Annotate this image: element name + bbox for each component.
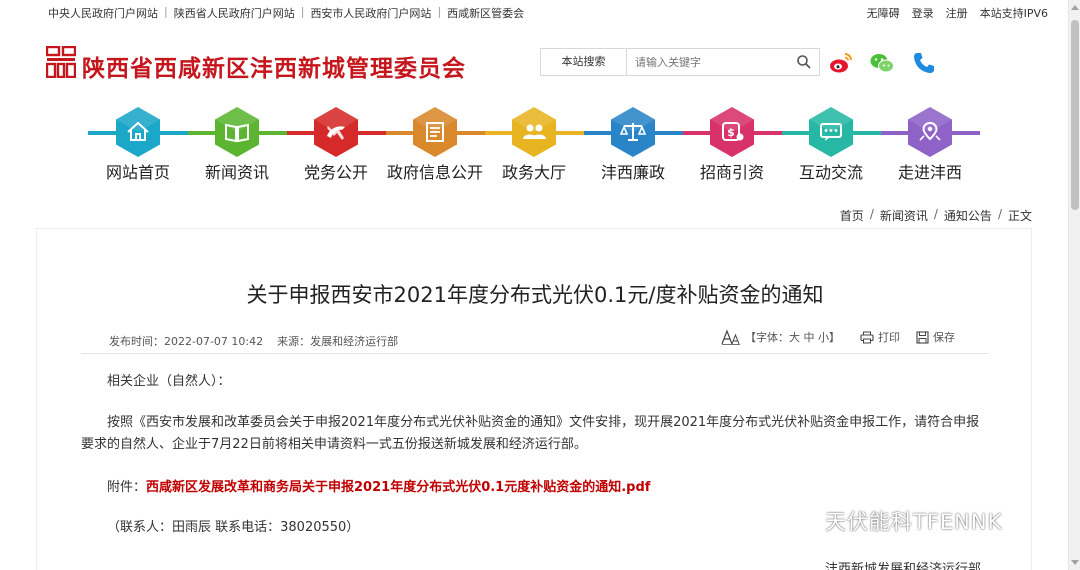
nav-item-1[interactable]: 网站首页 — [88, 104, 188, 182]
document-icon — [413, 107, 457, 157]
phone-icon[interactable] — [911, 50, 937, 76]
chat-icon — [809, 107, 853, 157]
party-emblem-icon — [314, 107, 358, 157]
accessibility-link[interactable]: 无障碍 — [867, 5, 900, 21]
save-button[interactable]: 保存 — [916, 329, 955, 345]
article-source: 来源：发展和经济运行部 — [277, 335, 399, 348]
top-link-xian-gov[interactable]: 西安市人民政府门户网站 — [310, 5, 431, 21]
save-icon — [916, 330, 929, 344]
publish-time: 发布时间：2022-07-07 10:42 — [109, 335, 264, 348]
location-icon — [908, 107, 952, 157]
nav-item-6[interactable]: 沣西廉政 — [583, 104, 683, 182]
main-navigation: 网站首页 新闻资讯 党务公开 政府信息公开 政务大厅 沣西廉政 $ 招商引资 互动交流 走进沣西 — [88, 104, 980, 182]
signature-paragraph: 沣西新城发展和经济运行部 — [825, 562, 982, 570]
font-size-icon — [721, 329, 740, 345]
top-link-central-gov[interactable]: 中央人民政府门户网站 — [48, 5, 158, 21]
breadcrumb: 首页 / 新闻资讯 / 通知公告 / 正文 — [840, 207, 1032, 224]
login-link[interactable]: 登录 — [912, 5, 934, 21]
attachment-label: 附件： — [107, 480, 147, 495]
scroll-up-arrow-icon[interactable] — [1071, 5, 1079, 10]
nav-item-7[interactable]: $ 招商引资 — [682, 104, 782, 182]
ipv6-link[interactable]: 本站支持IPV6 — [980, 5, 1048, 21]
greeting-paragraph: 相关企业（自然人）： — [107, 374, 231, 389]
watermark: 天伏能科TFENNK — [783, 506, 1002, 536]
nav-label: 招商引资 — [699, 163, 764, 182]
watermark-text: 天伏能科TFENNK — [825, 510, 1003, 534]
separator: / — [997, 207, 1002, 221]
print-button[interactable]: 打印 — [860, 329, 900, 345]
wechat-watermark-icon — [784, 509, 817, 533]
body-paragraph: 按照《西安市发展和改革委员会关于申报2021年度分布式光伏补贴资金的通知》文件安… — [81, 415, 980, 452]
search-box: 本站搜索 — [540, 48, 820, 76]
nav-label: 走进沣西 — [897, 163, 962, 182]
search-button[interactable] — [789, 49, 819, 75]
scroll-thumb[interactable] — [1071, 20, 1079, 210]
separator: / — [933, 207, 938, 221]
user-links: 无障碍 登录 注册 本站支持IPV6 — [867, 5, 1048, 21]
nav-label: 互动交流 — [798, 163, 863, 182]
divider — [81, 353, 989, 354]
search-icon — [797, 55, 811, 69]
nav-label: 沣西廉政 — [600, 163, 665, 182]
separator: | — [300, 5, 305, 18]
top-link-shaanxi-gov[interactable]: 陕西省人民政府门户网站 — [174, 5, 295, 21]
people-icon — [512, 107, 556, 157]
nav-item-4[interactable]: 政府信息公开 — [385, 104, 485, 182]
nav-label: 政务大厅 — [501, 163, 566, 182]
nav-label: 政府信息公开 — [386, 163, 483, 182]
nav-label: 网站首页 — [105, 163, 170, 182]
article-meta: 发布时间：2022-07-07 10:42 来源：发展和经济运行部 — [109, 333, 398, 349]
print-icon — [860, 331, 874, 343]
book-icon — [215, 107, 259, 157]
site-title[interactable]: 陕西省西咸新区沣西新城管理委员会 — [82, 49, 466, 83]
page-scrollbar[interactable] — [1068, 0, 1080, 570]
breadcrumb-current: 正文 — [1007, 209, 1032, 223]
scroll-down-arrow-icon[interactable] — [1071, 560, 1079, 565]
money-icon: $ — [710, 107, 754, 157]
separator: | — [164, 5, 168, 18]
nav-label: 党务公开 — [303, 163, 368, 182]
breadcrumb-news[interactable]: 新闻资讯 — [880, 207, 928, 224]
font-size-label: 【字体：大 中 小】 — [745, 331, 840, 344]
breadcrumb-notices[interactable]: 通知公告 — [944, 207, 992, 224]
search-input[interactable] — [627, 50, 789, 74]
svg-text:$: $ — [727, 126, 735, 139]
register-link[interactable]: 注册 — [946, 5, 968, 21]
attachment-paragraph: 附件：西咸新区发展改革和商务局关于申报2021年度分布式光伏0.1元度补贴资金的… — [107, 477, 650, 499]
weibo-icon[interactable] — [828, 50, 854, 76]
nav-item-5[interactable]: 政务大厅 — [484, 104, 584, 182]
nav-item-9[interactable]: 走进沣西 — [880, 104, 980, 182]
scales-icon — [611, 107, 655, 157]
top-link-xixian-committee[interactable]: 西咸新区管委会 — [447, 5, 524, 21]
home-icon — [116, 107, 160, 157]
article-title: 关于申报西安市2021年度分布式光伏0.1元/度补贴资金的通知 — [246, 283, 824, 307]
attachment-link[interactable]: 西咸新区发展改革和商务局关于申报2021年度分布式光伏0.1元度补贴资金的通知.… — [146, 480, 650, 495]
search-label: 本站搜索 — [541, 49, 627, 75]
nav-item-8[interactable]: 互动交流 — [781, 104, 881, 182]
top-bar: 中央人民政府门户网站 | 陕西省人民政府门户网站 | 西安市人民政府门户网站 |… — [0, 0, 1068, 24]
wechat-icon[interactable] — [869, 50, 895, 76]
separator: | — [437, 5, 442, 18]
save-label: 保存 — [933, 331, 955, 344]
font-size-control[interactable]: 【字体：大 中 小】 — [721, 329, 840, 345]
site-logo-icon[interactable] — [46, 46, 76, 78]
contact-paragraph: （联系人：田雨辰 联系电话：38020550） — [107, 520, 360, 535]
government-links: 中央人民政府门户网站 | 陕西省人民政府门户网站 | 西安市人民政府门户网站 |… — [48, 5, 524, 21]
breadcrumb-home[interactable]: 首页 — [840, 207, 864, 224]
nav-label: 新闻资讯 — [204, 163, 269, 182]
print-label: 打印 — [878, 331, 900, 344]
separator: / — [869, 207, 874, 221]
nav-item-3[interactable]: 党务公开 — [286, 104, 386, 182]
article-tools: 【字体：大 中 小】 打印 保存 — [721, 329, 955, 345]
nav-item-2[interactable]: 新闻资讯 — [187, 104, 287, 182]
